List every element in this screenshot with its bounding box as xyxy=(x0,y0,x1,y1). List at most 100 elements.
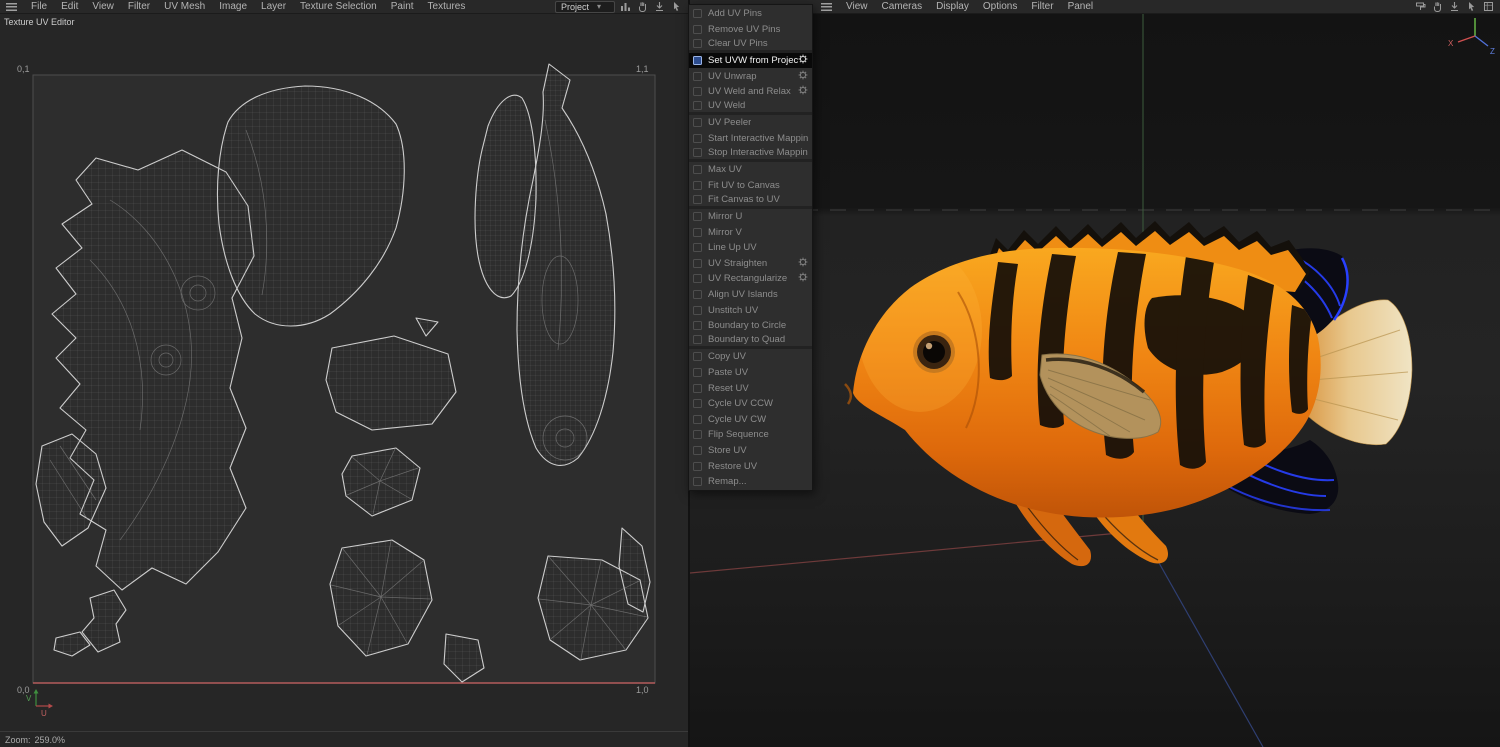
item-label: Set UVW from Projection xyxy=(708,55,798,67)
context-menu-item[interactable]: Store UV xyxy=(689,443,812,459)
uv-wireframe-canvas[interactable]: 0,1 1,1 0,0 1,0 V U xyxy=(0,14,688,730)
context-menu-item[interactable]: Align UV Islands xyxy=(689,287,812,303)
context-menu-item[interactable]: UV Straighten xyxy=(689,256,812,272)
context-menu-item[interactable]: Unstitch UV xyxy=(689,302,812,318)
fish-mouth xyxy=(844,383,853,405)
item-label: UV Weld and Relax xyxy=(708,86,791,98)
cursor-icon[interactable] xyxy=(1465,1,1478,13)
context-menu-item[interactable]: Paste UV xyxy=(689,365,812,381)
context-menu-item[interactable]: Start Interactive Mapping xyxy=(689,131,812,147)
context-menu-item[interactable]: Set UVW from Projection xyxy=(689,52,812,69)
chart-icon[interactable] xyxy=(619,1,632,13)
menu-item[interactable]: Display xyxy=(929,1,976,12)
context-menu-item[interactable]: UV Weld and Relax xyxy=(689,84,812,100)
menu-item[interactable]: File xyxy=(24,1,54,12)
context-menu-item[interactable]: UV Rectangularize xyxy=(689,271,812,287)
right-menubar-tools xyxy=(1414,1,1500,13)
project-dropdown[interactable]: Project ▾ xyxy=(555,0,615,13)
gear-icon[interactable] xyxy=(798,54,808,67)
item-icon xyxy=(693,399,702,409)
uv-island[interactable] xyxy=(325,335,457,431)
item-icon xyxy=(693,445,702,455)
context-menu-item[interactable]: Flip Sequence xyxy=(689,427,812,443)
item-icon xyxy=(693,461,702,471)
item-icon xyxy=(693,367,702,377)
menu-item[interactable]: Edit xyxy=(54,1,85,12)
context-menu-item[interactable]: Copy UV xyxy=(689,349,812,365)
context-menu-item[interactable]: Reset UV xyxy=(689,380,812,396)
menu-item[interactable]: UV Mesh xyxy=(157,1,212,12)
item-label: Fit UV to Canvas xyxy=(708,179,780,191)
context-menu-item[interactable]: Restore UV xyxy=(689,458,812,474)
item-icon xyxy=(693,212,702,222)
item-icon xyxy=(693,148,702,158)
menu-item[interactable]: Filter xyxy=(1024,1,1060,12)
menu-item[interactable]: Textures xyxy=(421,1,473,12)
item-icon xyxy=(693,243,702,253)
context-menu-item[interactable]: Line Up UV xyxy=(689,240,812,256)
gear-icon[interactable] xyxy=(798,70,808,83)
context-menu-item[interactable]: UV Peeler xyxy=(689,115,812,131)
item-icon xyxy=(693,258,702,268)
item-label: UV Peeler xyxy=(708,117,752,129)
context-menu-item[interactable]: Boundary to Quad xyxy=(689,333,812,350)
gear-icon[interactable] xyxy=(798,272,808,285)
menu-item[interactable]: Options xyxy=(976,1,1024,12)
item-icon xyxy=(693,71,702,81)
paint-roller-icon[interactable] xyxy=(1414,1,1427,13)
context-menu-item[interactable]: Stop Interactive Mapping xyxy=(689,146,812,162)
menu-item[interactable]: Layer xyxy=(254,1,293,12)
context-menu-item[interactable]: Remap... xyxy=(689,474,812,490)
context-menu-item[interactable]: UV Weld xyxy=(689,100,812,116)
context-menu-item[interactable]: Add UV Pins xyxy=(689,6,812,22)
menu-item[interactable]: View xyxy=(85,1,121,12)
item-label: Store UV xyxy=(708,444,747,456)
menu-item[interactable]: View xyxy=(839,1,875,12)
menu-item[interactable]: Cameras xyxy=(875,1,930,12)
item-label: Copy UV xyxy=(708,351,747,363)
context-menu-item[interactable]: Max UV xyxy=(689,162,812,178)
download-icon[interactable] xyxy=(653,1,666,13)
hand-icon[interactable] xyxy=(636,1,649,13)
context-menu-item[interactable]: Mirror U xyxy=(689,209,812,225)
menu-item[interactable]: Image xyxy=(212,1,254,12)
context-menu-item[interactable]: Mirror V xyxy=(689,224,812,240)
item-label: Flip Sequence xyxy=(708,429,769,441)
menu-item[interactable]: Paint xyxy=(384,1,421,12)
context-menu-item[interactable]: Clear UV Pins xyxy=(689,37,812,53)
item-label: UV Rectangularize xyxy=(708,273,788,285)
context-menu-item[interactable]: Remove UV Pins xyxy=(689,22,812,38)
item-icon xyxy=(693,305,702,315)
context-menu-item[interactable]: Fit Canvas to UV xyxy=(689,193,812,209)
cursor-icon[interactable] xyxy=(670,1,683,13)
menu-item[interactable]: Filter xyxy=(121,1,157,12)
context-menu-item[interactable]: Boundary to Circle xyxy=(689,318,812,334)
download-icon[interactable] xyxy=(1448,1,1461,13)
item-label: Paste UV xyxy=(708,366,749,378)
context-menu-item[interactable]: Cycle UV CCW xyxy=(689,396,812,412)
item-icon xyxy=(693,101,702,111)
menu-item[interactable]: Panel xyxy=(1061,1,1101,12)
context-menu-item[interactable]: Cycle UV CW xyxy=(689,411,812,427)
grid-layout-icon[interactable] xyxy=(1482,1,1495,13)
gizmo-z-label: Z xyxy=(1490,47,1495,56)
menu-item[interactable]: Texture Selection xyxy=(293,1,384,12)
hamburger-icon[interactable] xyxy=(6,2,17,11)
gear-icon[interactable] xyxy=(798,257,808,270)
item-icon xyxy=(693,414,702,424)
v-axis-label: V xyxy=(26,694,32,703)
context-menu-item[interactable]: Fit UV to Canvas xyxy=(689,178,812,194)
orientation-gizmo[interactable]: Y X Z xyxy=(1448,14,1495,56)
item-icon xyxy=(693,24,702,34)
item-label: Mirror V xyxy=(708,226,742,238)
item-label: Clear UV Pins xyxy=(708,37,768,49)
gear-icon[interactable] xyxy=(798,85,808,98)
context-menu-item[interactable]: UV Unwrap xyxy=(689,68,812,84)
uv-context-menu: Add UV Pins Remove UV Pins Clear UV Pins xyxy=(688,4,813,492)
hand-icon[interactable] xyxy=(1431,1,1444,13)
chevron-down-icon: ▾ xyxy=(597,1,602,11)
item-icon xyxy=(693,430,702,440)
hamburger-icon[interactable] xyxy=(821,2,832,11)
gizmo-x-label: X xyxy=(1448,39,1454,48)
fish-model[interactable] xyxy=(844,221,1413,567)
